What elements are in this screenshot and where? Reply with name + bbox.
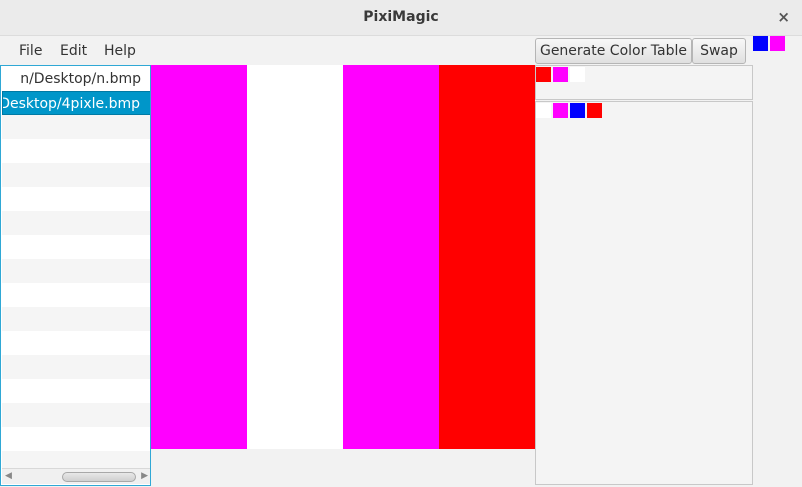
list-item[interactable]: n/Desktop/n.bmp	[2, 67, 150, 91]
list-item-empty	[2, 355, 150, 379]
palette-swatch[interactable]	[553, 103, 568, 118]
menu-edit[interactable]: Edit	[60, 43, 87, 59]
list-item-empty	[2, 403, 150, 427]
color-table-panel	[535, 65, 753, 100]
list-item-empty	[2, 187, 150, 211]
list-item-selected[interactable]: n/Desktop/4pixle.bmp	[2, 91, 150, 115]
palette-swatch[interactable]	[536, 103, 551, 118]
list-item-empty	[2, 331, 150, 355]
list-item-empty	[2, 235, 150, 259]
list-item-empty	[2, 163, 150, 187]
list-item-empty	[2, 307, 150, 331]
title-bar: PixiMagic ×	[0, 0, 802, 36]
palette-panel	[535, 101, 753, 485]
scrollbar-thumb[interactable]	[62, 472, 136, 482]
scroll-left-icon[interactable]: ◀	[5, 471, 12, 481]
file-path-label: n/Desktop/n.bmp	[20, 71, 141, 87]
list-item-empty	[2, 427, 150, 451]
color-table-swatch[interactable]	[536, 67, 551, 82]
list-item-empty	[2, 115, 150, 139]
list-item-empty	[2, 211, 150, 235]
scroll-right-icon[interactable]: ▶	[141, 471, 148, 481]
list-item-empty	[2, 139, 150, 163]
swap-color-a-swatch[interactable]	[753, 36, 768, 51]
image-pixel-3	[343, 65, 439, 449]
menu-file[interactable]: File	[19, 43, 42, 59]
color-table-swatch[interactable]	[553, 67, 568, 82]
list-item-empty	[2, 259, 150, 283]
swap-color-b-swatch[interactable]	[770, 36, 785, 51]
menu-help[interactable]: Help	[104, 43, 136, 59]
list-item-empty	[2, 283, 150, 307]
generate-color-table-button[interactable]: Generate Color Table	[535, 38, 692, 64]
close-icon[interactable]: ×	[777, 8, 790, 26]
swap-button[interactable]: Swap	[692, 38, 746, 64]
horizontal-scrollbar[interactable]: ◀ ▶	[2, 468, 150, 484]
file-path-label: n/Desktop/4pixle.bmp	[3, 96, 140, 112]
palette-swatch[interactable]	[587, 103, 602, 118]
file-list[interactable]: n/Desktop/n.bmp n/Desktop/4pixle.bmp ◀ ▶	[0, 65, 151, 486]
palette-swatch[interactable]	[570, 103, 585, 118]
color-table-swatch[interactable]	[570, 67, 585, 82]
image-pixel-4	[439, 65, 535, 449]
image-pixel-1	[151, 65, 247, 449]
image-pixel-2	[247, 65, 343, 449]
list-item-empty	[2, 379, 150, 403]
window-title: PixiMagic	[363, 9, 439, 25]
